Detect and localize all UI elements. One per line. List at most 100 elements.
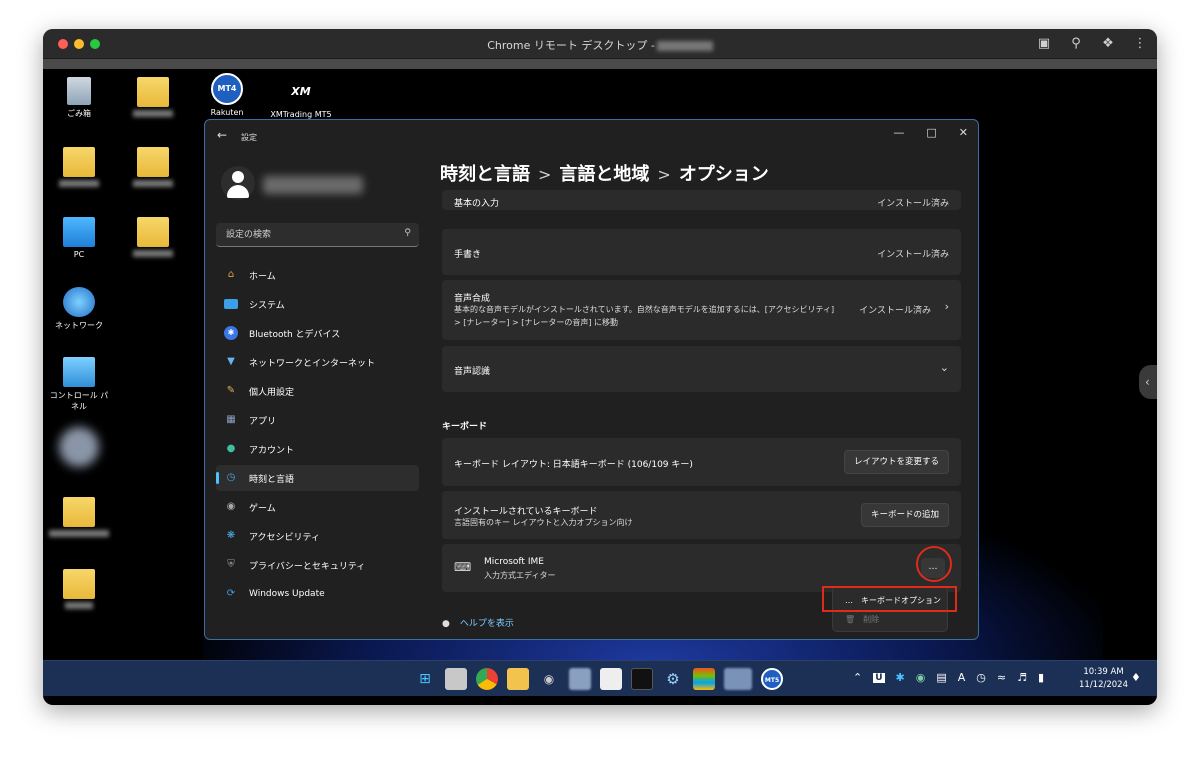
ime-description: 入力方式エディター [484,571,556,580]
wifi-tray-icon[interactable]: ≈ [997,671,1006,684]
chevron-up-icon[interactable]: ⌃ [853,671,862,684]
side-panel-handle[interactable]: ‹ [1139,365,1157,399]
u-app-icon[interactable]: U [873,672,885,683]
keyboard-icon: ⌨ [454,560,472,574]
nav-item-bluetooth[interactable]: ✱ Bluetooth とデバイス [216,320,419,346]
mt5-icon[interactable]: MT5 [761,668,783,690]
blurred-app-icon[interactable] [569,668,591,690]
battery-icon[interactable]: ▮ [1038,671,1044,684]
breadcrumb: 時刻と言語 > 言語と地域 > オプション [440,160,769,186]
nav-item-accessibility[interactable]: ❋ アクセシビリティ [216,523,419,549]
desktop-icon-user-folder[interactable] [46,147,112,189]
menu-item-remove[interactable]: 🗑 削除 [839,611,943,629]
clock-globe-icon: ◷ [226,472,236,483]
breadcrumb-language-region[interactable]: 言語と地域 [559,164,649,185]
tts-card[interactable]: 音声合成 基本的な音声モデルがインストールされています。自然な音声モデルを追加す… [442,280,961,340]
file-explorer-icon[interactable] [507,668,529,690]
add-keyboard-button[interactable]: キーボードの追加 [860,503,949,527]
nav-item-system[interactable]: システム [216,291,419,317]
bluetooth-tray-icon[interactable]: ✱ [896,671,905,684]
basic-input-card: 基本の入力 インストール済み [442,190,961,210]
breadcrumb-time-language[interactable]: 時刻と言語 [440,164,530,185]
tts-description-path: > [ナレーター] > [ナレーターの音声] に移動 [454,318,619,327]
desktop-icon-folder[interactable] [46,569,112,611]
task-view-icon[interactable] [445,668,467,690]
help-link-text: ヘルプを表示 [459,619,514,629]
desktop-icon-folder[interactable] [120,147,186,189]
blurred-app-icon[interactable] [724,668,752,690]
handwriting-label: 手書き [454,250,482,260]
change-layout-button[interactable]: レイアウトを変更する [843,450,949,474]
start-icon[interactable]: ⊞ [414,668,436,690]
clock-tray-icon[interactable]: ◷ [976,671,986,684]
nav-item-apps[interactable]: ▦ アプリ [216,407,419,433]
close-icon[interactable]: ✕ [959,126,968,139]
maximize-icon[interactable]: □ [926,126,936,139]
desktop-icon-network[interactable]: ネットワーク [46,287,112,331]
shield-icon: ⛨ [227,559,235,570]
more-menu-icon[interactable]: ⋮ [1131,35,1149,53]
menu-item-label: 削除 [863,615,880,624]
help-link[interactable]: ● ヘルプを表示 [442,616,514,629]
nav-item-home[interactable]: ⌂ ホーム [216,262,419,288]
clock-date: 11/12/2024 [1079,680,1128,690]
chrome-icon[interactable] [476,668,498,690]
update-icon: ⟳ [226,588,236,599]
window-title-text: Chrome リモート デスクトップ - [487,39,655,52]
key-icon[interactable]: ⚲ [1067,35,1085,53]
settings-gear-icon[interactable]: ⚙ [662,668,684,690]
nav-item-gaming[interactable]: ◉ ゲーム [216,494,419,520]
avatar[interactable] [221,166,255,200]
xm-logo-icon: XM [291,85,311,98]
desktop-icon-blurred[interactable] [46,427,112,470]
display-icon[interactable]: ▤ [936,671,946,684]
window-controls: — □ ✕ [893,126,968,139]
nav-item-personalization[interactable]: ✎ 個人用設定 [216,378,419,404]
nav-item-accounts[interactable]: ● アカウント [216,436,419,462]
desktop-icon-control-panel[interactable]: コントロール パネル [46,357,112,412]
notification-bell-icon[interactable]: ♦ [1131,671,1141,684]
clipboard-icon[interactable]: ▣ [1035,35,1053,53]
nav-item-windows-update[interactable]: ⟳ Windows Update [216,581,419,607]
chevron-right-icon: › [944,300,949,313]
network-share-icon[interactable]: ◉ [916,671,926,684]
nav-item-time-language[interactable]: ◷ 時刻と言語 [216,465,419,491]
redacted-user-name [263,176,363,194]
notepad-icon[interactable] [600,668,622,690]
wifi-icon: ▼ [227,356,235,367]
desktop-icon-pc[interactable]: PC [46,217,112,259]
annotation-rectangle [822,586,957,612]
minimize-icon[interactable]: — [893,126,904,139]
speech-recognition-label: 音声認識 [454,367,491,377]
back-arrow-icon[interactable]: ← [217,128,227,142]
nav-item-label: アプリ [249,416,277,427]
nav-item-label: ホーム [249,271,276,282]
desktop-icon-label: PC [73,250,85,259]
desktop-icon-folder[interactable] [120,217,186,259]
ime-mode-icon[interactable]: A [958,671,966,684]
taskbar-clock[interactable]: 10:39 AM 11/12/2024 [1079,666,1128,692]
extensions-icon[interactable]: ❖ [1099,35,1117,53]
game-icon: ◉ [226,501,236,512]
store-icon[interactable] [693,668,715,690]
desktop-icon-folder-shortcut[interactable] [46,497,112,539]
redacted-label [133,250,173,257]
desktop-icon-rakuten-mt4[interactable]: MT4 Rakuten [194,73,260,117]
bluetooth-icon: ✱ [224,326,238,340]
camera-icon[interactable]: ◉ [538,668,560,690]
desktop-icon-recycle-bin[interactable]: ごみ箱 [46,77,112,119]
search-input[interactable] [216,223,419,246]
settings-titlebar: ← 設定 — □ ✕ [205,120,978,152]
desktop-icon-xmtrading[interactable]: XM XMTrading MT5 [268,77,334,119]
volume-icon[interactable]: ♬ [1017,671,1027,684]
desktop-icon-folder[interactable] [120,77,186,119]
nav-item-label: アカウント [249,445,295,456]
nav-item-network[interactable]: ▼ ネットワークとインターネット [216,349,419,375]
nav-item-label: 個人用設定 [249,387,295,398]
nav-item-privacy[interactable]: ⛨ プライバシーとセキュリティ [216,552,419,578]
terminal-icon[interactable] [631,668,653,690]
settings-search[interactable]: ⚲ [216,223,419,247]
speech-recognition-card[interactable]: 音声認識 ⌄ [442,346,961,392]
folder-icon [63,497,95,527]
folder-icon [137,217,169,247]
